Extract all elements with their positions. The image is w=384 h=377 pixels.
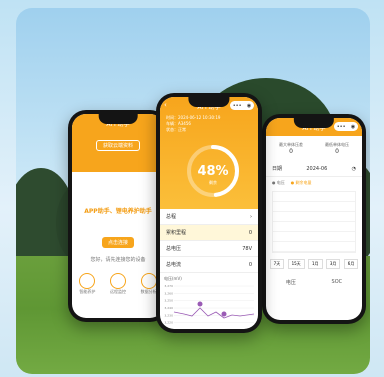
- notch: [188, 97, 230, 107]
- range-tab[interactable]: 6月: [343, 259, 359, 269]
- filter-label: 日期: [272, 166, 283, 172]
- stat: 最大单体压差 0: [279, 142, 303, 155]
- close-icon: ◉: [350, 123, 356, 130]
- row-value: 0: [248, 229, 252, 236]
- marker-pin: [221, 311, 227, 317]
- chart-ylabel: 电压(mV): [164, 276, 182, 281]
- close-icon: ◉: [246, 102, 252, 109]
- y-tick-label: 3,210: [164, 328, 173, 329]
- feature-item[interactable]: 数据分析: [140, 273, 157, 295]
- y-tick-label: 3,250: [164, 299, 173, 303]
- y-tick-label: 3,230: [164, 313, 173, 317]
- mini-capsule[interactable]: ••• ◉: [334, 122, 358, 131]
- range-tabs: 7天 15天 1月 3月 6月: [266, 255, 362, 273]
- detail-row: 累积里程 0: [160, 225, 258, 241]
- left-hero-band: 获取云端资料: [72, 132, 164, 172]
- notch: [293, 118, 335, 128]
- right-legend: ● 电压 ● 剩余电量: [266, 177, 362, 189]
- voltage-series-line: [173, 307, 255, 319]
- toggle-item[interactable]: SOC: [332, 279, 343, 286]
- stat: 最低单体电压 0: [325, 142, 349, 155]
- info-line: 状态：正常: [166, 127, 186, 132]
- row-label: 累积里程: [166, 230, 187, 236]
- range-tab[interactable]: 1月: [308, 259, 323, 269]
- battery-icon: [79, 273, 96, 289]
- calendar-icon[interactable]: ◔: [352, 166, 356, 172]
- feature-icons: 智能养护 远程监控 数据分析: [72, 273, 164, 295]
- left-phone-screen: APP助手 获取云端资料 APP助手、锂电养护助手 点击连接 您好，请先连接您的…: [72, 114, 164, 318]
- feature-label: 智能养护: [79, 289, 96, 294]
- right-chart-area: [272, 191, 356, 253]
- soc-gauge: 48% 剩余: [187, 145, 239, 197]
- mini-capsule[interactable]: ••• ◉: [230, 101, 254, 110]
- row-value: 78V: [242, 245, 252, 252]
- hero-frame: APP助手 获取云端资料 APP助手、锂电养护助手 点击连接 您好，请先连接您的…: [16, 8, 370, 374]
- gauge-percent: 48%: [197, 164, 228, 179]
- toggle-item[interactable]: 电压: [286, 279, 296, 286]
- left-caption: 您好，请先连接您的设备: [90, 257, 146, 263]
- feature-item[interactable]: 远程监控: [109, 273, 126, 295]
- range-tab[interactable]: 3月: [325, 259, 341, 269]
- detail-row: 总电流 0: [160, 257, 258, 273]
- back-icon[interactable]: ‹: [164, 101, 167, 109]
- date-filter-row[interactable]: 日期 2024-06 ◔: [266, 161, 362, 177]
- range-tab[interactable]: 7天: [269, 259, 285, 269]
- cloud-data-button[interactable]: 获取云端资料: [95, 140, 141, 151]
- feature-label: 远程监控: [109, 289, 126, 294]
- center-hero: ‹ APP助手 ••• ◉ 时间：2024-06-12 10:30:19 车辆：A…: [160, 97, 258, 209]
- detail-row[interactable]: 总程 ›: [160, 209, 258, 225]
- info-block: 时间：2024-06-12 10:30:19 车辆：A3456 状态：正常: [160, 115, 258, 133]
- legend-item: ● 剩余电量: [290, 180, 312, 185]
- gauge-sublabel: 剩余: [209, 179, 217, 185]
- center-phone-screen: ‹ APP助手 ••• ◉ 时间：2024-06-12 10:30:19 车辆：A…: [160, 97, 258, 329]
- connect-button[interactable]: 点击连接: [101, 237, 134, 248]
- monitor-icon: [109, 273, 126, 289]
- stat-value: 0: [335, 148, 339, 155]
- bottom-toggle: 电压 SOC: [266, 273, 362, 292]
- chevron-right-icon: ›: [250, 213, 252, 220]
- stat-value: 0: [289, 148, 293, 155]
- y-tick-label: 3,240: [164, 306, 173, 310]
- detail-row: 总电压 78V: [160, 241, 258, 257]
- left-phone: APP助手 获取云端资料 APP助手、锂电养护助手 点击连接 您好，请先连接您的…: [68, 110, 168, 322]
- right-phone-screen: APP助手 •••◉ 最大单体压差 0 最低单体电压 0 日期 2024-06: [266, 118, 362, 320]
- y-tick-label: 3,260: [164, 291, 173, 295]
- row-label: 总程: [166, 214, 177, 220]
- y-tick-label: 3,270: [164, 284, 173, 288]
- date-value[interactable]: 2024-06: [306, 166, 327, 172]
- feature-label: 数据分析: [140, 289, 157, 294]
- more-icon: •••: [336, 123, 346, 130]
- row-value: 0: [248, 261, 252, 268]
- center-phone: ‹ APP助手 ••• ◉ 时间：2024-06-12 10:30:19 车辆：A…: [156, 93, 262, 333]
- notch: [98, 114, 138, 124]
- marker-pin: [197, 301, 203, 307]
- voltage-chart: 3,2703,2603,2503,2403,2303,2203,210#1#2#…: [164, 284, 255, 329]
- left-headline: APP助手、锂电养护助手: [84, 208, 152, 215]
- feature-item[interactable]: 智能养护: [79, 273, 96, 295]
- legend-label: 电压: [276, 180, 285, 185]
- chart-icon: [140, 273, 157, 289]
- legend-item: ● 电压: [272, 180, 285, 185]
- right-stats: 最大单体压差 0 最低单体电压 0: [266, 136, 362, 161]
- right-phone: APP助手 •••◉ 最大单体压差 0 最低单体电压 0 日期 2024-06: [262, 114, 366, 324]
- legend-label: 剩余电量: [295, 180, 312, 185]
- stage: APP助手 获取云端资料 APP助手、锂电养护助手 点击连接 您好，请先连接您的…: [0, 0, 384, 377]
- range-tab[interactable]: 15天: [287, 259, 305, 269]
- more-icon: •••: [232, 102, 242, 109]
- y-tick-label: 3,220: [164, 321, 173, 325]
- row-label: 总电压: [166, 246, 182, 252]
- row-label: 总电流: [166, 262, 182, 268]
